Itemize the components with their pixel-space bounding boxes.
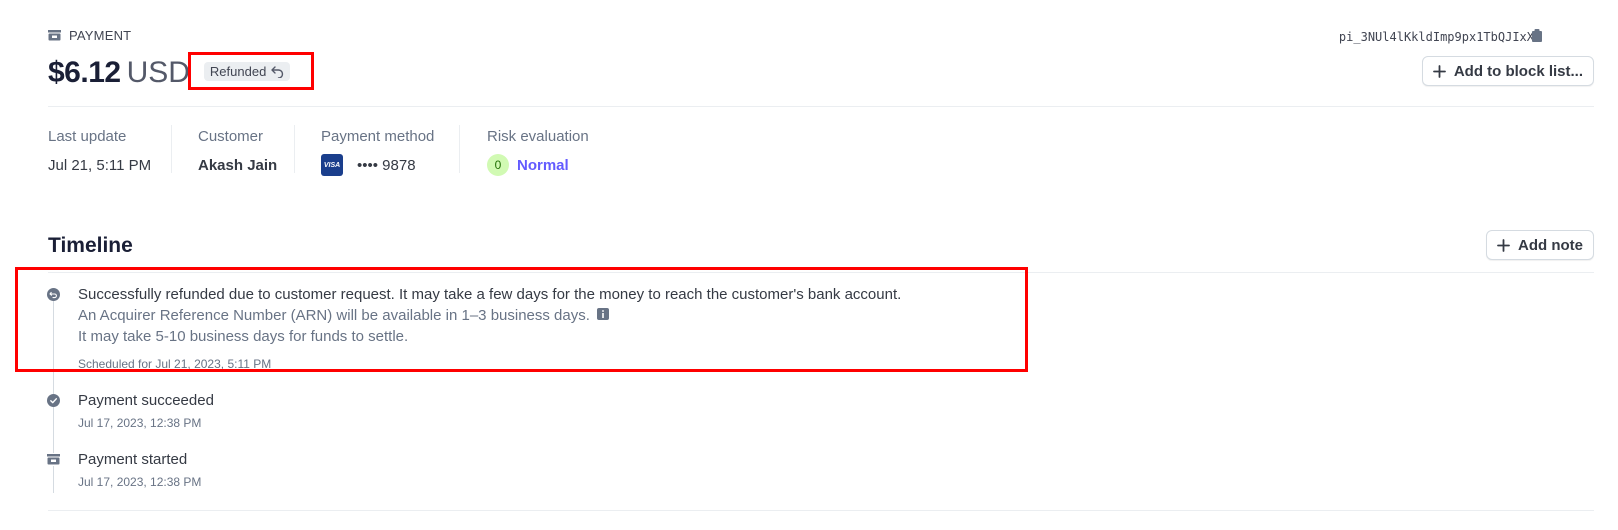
timeline-event-text: Payment succeeded <box>78 392 214 409</box>
header-divider <box>48 106 1594 107</box>
risk-label: Risk evaluation <box>487 128 589 145</box>
customer-link[interactable]: Akash Jain <box>198 155 277 175</box>
last-update-label: Last update <box>48 128 127 145</box>
card-last4: •••• 9878 <box>357 156 416 174</box>
timeline-event-time: Jul 17, 2023, 12:38 PM <box>78 416 202 430</box>
payment-currency: USD <box>126 56 190 89</box>
payment-amount: $6.12 <box>48 56 121 89</box>
payment-icon <box>47 453 60 466</box>
detail-separator <box>459 125 460 173</box>
check-circle-icon <box>47 394 60 407</box>
detail-payment-method: Payment method VISA •••• 9878 <box>321 128 435 176</box>
detail-separator <box>294 125 295 173</box>
risk-score-badge: 0 <box>487 154 509 176</box>
add-note-label: Add note <box>1518 236 1583 254</box>
detail-separator <box>171 125 172 173</box>
risk-value-row: 0 Normal <box>487 154 589 176</box>
detail-risk-evaluation: Risk evaluation 0 Normal <box>487 128 589 176</box>
timeline-title: Timeline <box>48 234 133 257</box>
eyebrow-label: PAYMENT <box>69 28 132 43</box>
highlight-box-refund-event <box>15 267 1028 372</box>
risk-level-link[interactable]: Normal <box>517 157 569 174</box>
payment-id: pi_3NUl4lKkldImp9px1TbQJIxX <box>1338 30 1534 44</box>
add-note-button[interactable]: Add note <box>1486 230 1594 260</box>
add-to-block-list-label: Add to block list... <box>1453 62 1583 80</box>
page-eyebrow: PAYMENT <box>48 28 131 43</box>
payment-method-value-row: VISA •••• 9878 <box>321 154 434 176</box>
plus-icon <box>1432 64 1446 78</box>
payment-icon <box>48 30 61 41</box>
highlight-box-status <box>188 52 314 90</box>
visa-card-icon: VISA <box>321 154 343 176</box>
payment-method-label: Payment method <box>321 128 435 145</box>
customer-label: Customer <box>198 128 264 145</box>
timeline-event-text: Payment started <box>78 451 188 468</box>
timeline-event-time: Jul 17, 2023, 12:38 PM <box>78 475 202 489</box>
last-update-value: Jul 21, 5:11 PM <box>48 156 152 174</box>
clipboard-icon[interactable] <box>1532 29 1542 42</box>
plus-icon <box>1497 238 1510 252</box>
detail-last-update: Last update Jul 21, 5:11 PM <box>48 128 151 175</box>
add-to-block-list-button[interactable]: Add to block list... <box>1421 56 1594 86</box>
detail-customer: Customer Akash Jain <box>198 128 277 175</box>
timeline-bottom-divider <box>48 510 1594 511</box>
